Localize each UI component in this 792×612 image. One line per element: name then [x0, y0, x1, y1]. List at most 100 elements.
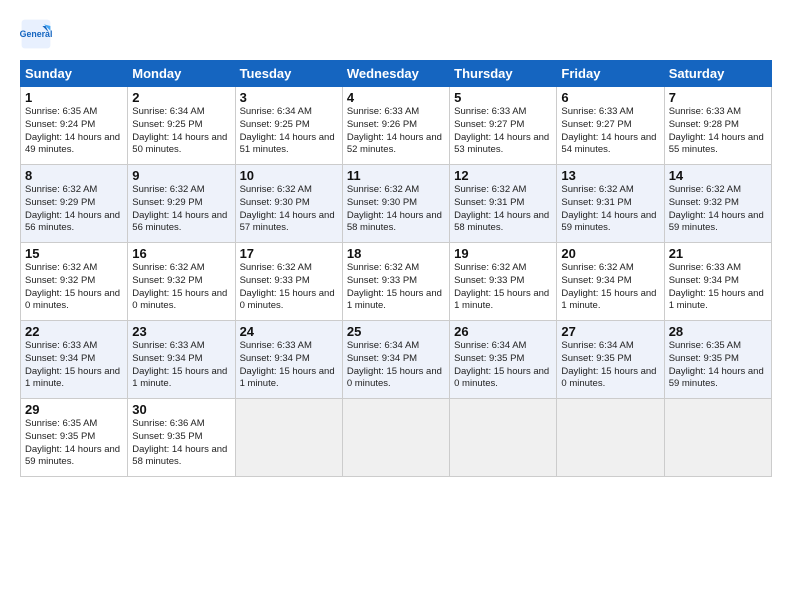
calendar-cell: 22 Sunrise: 6:33 AM Sunset: 9:34 PM Dayl…	[21, 321, 128, 399]
calendar-cell: 12 Sunrise: 6:32 AM Sunset: 9:31 PM Dayl…	[450, 165, 557, 243]
day-info: Sunrise: 6:32 AM Sunset: 9:34 PM Dayligh…	[561, 262, 659, 313]
day-info: Sunrise: 6:32 AM Sunset: 9:33 PM Dayligh…	[454, 262, 552, 313]
header: General	[20, 18, 772, 50]
weekday-header: Monday	[128, 61, 235, 87]
calendar-week-row: 1 Sunrise: 6:35 AM Sunset: 9:24 PM Dayli…	[21, 87, 772, 165]
calendar-week-row: 29 Sunrise: 6:35 AM Sunset: 9:35 PM Dayl…	[21, 399, 772, 477]
day-number: 1	[25, 90, 123, 105]
day-number: 11	[347, 168, 445, 183]
calendar-cell	[557, 399, 664, 477]
calendar-cell: 1 Sunrise: 6:35 AM Sunset: 9:24 PM Dayli…	[21, 87, 128, 165]
calendar-cell: 6 Sunrise: 6:33 AM Sunset: 9:27 PM Dayli…	[557, 87, 664, 165]
day-info: Sunrise: 6:33 AM Sunset: 9:26 PM Dayligh…	[347, 106, 445, 157]
calendar-cell: 11 Sunrise: 6:32 AM Sunset: 9:30 PM Dayl…	[342, 165, 449, 243]
calendar-cell: 24 Sunrise: 6:33 AM Sunset: 9:34 PM Dayl…	[235, 321, 342, 399]
calendar-table: SundayMondayTuesdayWednesdayThursdayFrid…	[20, 60, 772, 477]
day-number: 25	[347, 324, 445, 339]
calendar-cell: 17 Sunrise: 6:32 AM Sunset: 9:33 PM Dayl…	[235, 243, 342, 321]
calendar-cell: 5 Sunrise: 6:33 AM Sunset: 9:27 PM Dayli…	[450, 87, 557, 165]
day-info: Sunrise: 6:33 AM Sunset: 9:28 PM Dayligh…	[669, 106, 767, 157]
day-number: 5	[454, 90, 552, 105]
calendar-cell: 15 Sunrise: 6:32 AM Sunset: 9:32 PM Dayl…	[21, 243, 128, 321]
calendar-cell: 29 Sunrise: 6:35 AM Sunset: 9:35 PM Dayl…	[21, 399, 128, 477]
weekday-header: Saturday	[664, 61, 771, 87]
day-number: 22	[25, 324, 123, 339]
day-number: 15	[25, 246, 123, 261]
calendar-cell: 13 Sunrise: 6:32 AM Sunset: 9:31 PM Dayl…	[557, 165, 664, 243]
day-info: Sunrise: 6:32 AM Sunset: 9:33 PM Dayligh…	[347, 262, 445, 313]
day-number: 23	[132, 324, 230, 339]
day-number: 26	[454, 324, 552, 339]
day-info: Sunrise: 6:34 AM Sunset: 9:25 PM Dayligh…	[240, 106, 338, 157]
weekday-header: Tuesday	[235, 61, 342, 87]
day-number: 9	[132, 168, 230, 183]
day-info: Sunrise: 6:32 AM Sunset: 9:29 PM Dayligh…	[132, 184, 230, 235]
calendar-cell	[235, 399, 342, 477]
calendar-cell	[450, 399, 557, 477]
calendar-cell: 7 Sunrise: 6:33 AM Sunset: 9:28 PM Dayli…	[664, 87, 771, 165]
day-info: Sunrise: 6:32 AM Sunset: 9:32 PM Dayligh…	[669, 184, 767, 235]
day-info: Sunrise: 6:35 AM Sunset: 9:35 PM Dayligh…	[669, 340, 767, 391]
day-number: 28	[669, 324, 767, 339]
day-info: Sunrise: 6:34 AM Sunset: 9:35 PM Dayligh…	[561, 340, 659, 391]
day-info: Sunrise: 6:32 AM Sunset: 9:32 PM Dayligh…	[132, 262, 230, 313]
day-number: 30	[132, 402, 230, 417]
weekday-header: Thursday	[450, 61, 557, 87]
day-info: Sunrise: 6:36 AM Sunset: 9:35 PM Dayligh…	[132, 418, 230, 469]
day-info: Sunrise: 6:32 AM Sunset: 9:31 PM Dayligh…	[561, 184, 659, 235]
weekday-header: Sunday	[21, 61, 128, 87]
page: General SundayMondayTuesdayWednesdayThur…	[0, 0, 792, 612]
day-number: 4	[347, 90, 445, 105]
day-info: Sunrise: 6:35 AM Sunset: 9:24 PM Dayligh…	[25, 106, 123, 157]
day-info: Sunrise: 6:34 AM Sunset: 9:25 PM Dayligh…	[132, 106, 230, 157]
day-info: Sunrise: 6:32 AM Sunset: 9:30 PM Dayligh…	[347, 184, 445, 235]
day-number: 21	[669, 246, 767, 261]
day-info: Sunrise: 6:35 AM Sunset: 9:35 PM Dayligh…	[25, 418, 123, 469]
day-info: Sunrise: 6:32 AM Sunset: 9:31 PM Dayligh…	[454, 184, 552, 235]
day-info: Sunrise: 6:32 AM Sunset: 9:32 PM Dayligh…	[25, 262, 123, 313]
calendar-cell	[342, 399, 449, 477]
day-number: 19	[454, 246, 552, 261]
day-info: Sunrise: 6:33 AM Sunset: 9:34 PM Dayligh…	[25, 340, 123, 391]
day-number: 2	[132, 90, 230, 105]
day-number: 16	[132, 246, 230, 261]
calendar-cell: 19 Sunrise: 6:32 AM Sunset: 9:33 PM Dayl…	[450, 243, 557, 321]
day-number: 27	[561, 324, 659, 339]
calendar-cell: 18 Sunrise: 6:32 AM Sunset: 9:33 PM Dayl…	[342, 243, 449, 321]
calendar-cell: 21 Sunrise: 6:33 AM Sunset: 9:34 PM Dayl…	[664, 243, 771, 321]
calendar-cell: 20 Sunrise: 6:32 AM Sunset: 9:34 PM Dayl…	[557, 243, 664, 321]
logo: General	[20, 18, 56, 50]
calendar-cell: 14 Sunrise: 6:32 AM Sunset: 9:32 PM Dayl…	[664, 165, 771, 243]
logo-icon: General	[20, 18, 52, 50]
calendar-cell: 9 Sunrise: 6:32 AM Sunset: 9:29 PM Dayli…	[128, 165, 235, 243]
day-number: 18	[347, 246, 445, 261]
weekday-header: Wednesday	[342, 61, 449, 87]
day-number: 10	[240, 168, 338, 183]
day-info: Sunrise: 6:33 AM Sunset: 9:27 PM Dayligh…	[454, 106, 552, 157]
calendar-cell: 2 Sunrise: 6:34 AM Sunset: 9:25 PM Dayli…	[128, 87, 235, 165]
calendar-cell	[664, 399, 771, 477]
day-info: Sunrise: 6:33 AM Sunset: 9:27 PM Dayligh…	[561, 106, 659, 157]
day-number: 20	[561, 246, 659, 261]
calendar-cell: 30 Sunrise: 6:36 AM Sunset: 9:35 PM Dayl…	[128, 399, 235, 477]
weekday-header-row: SundayMondayTuesdayWednesdayThursdayFrid…	[21, 61, 772, 87]
day-info: Sunrise: 6:33 AM Sunset: 9:34 PM Dayligh…	[132, 340, 230, 391]
calendar-cell: 8 Sunrise: 6:32 AM Sunset: 9:29 PM Dayli…	[21, 165, 128, 243]
day-number: 29	[25, 402, 123, 417]
calendar-cell: 26 Sunrise: 6:34 AM Sunset: 9:35 PM Dayl…	[450, 321, 557, 399]
day-info: Sunrise: 6:34 AM Sunset: 9:34 PM Dayligh…	[347, 340, 445, 391]
day-info: Sunrise: 6:32 AM Sunset: 9:30 PM Dayligh…	[240, 184, 338, 235]
day-number: 24	[240, 324, 338, 339]
day-info: Sunrise: 6:32 AM Sunset: 9:29 PM Dayligh…	[25, 184, 123, 235]
calendar-cell: 28 Sunrise: 6:35 AM Sunset: 9:35 PM Dayl…	[664, 321, 771, 399]
calendar-cell: 4 Sunrise: 6:33 AM Sunset: 9:26 PM Dayli…	[342, 87, 449, 165]
day-number: 13	[561, 168, 659, 183]
weekday-header: Friday	[557, 61, 664, 87]
calendar-week-row: 8 Sunrise: 6:32 AM Sunset: 9:29 PM Dayli…	[21, 165, 772, 243]
day-number: 3	[240, 90, 338, 105]
calendar-cell: 10 Sunrise: 6:32 AM Sunset: 9:30 PM Dayl…	[235, 165, 342, 243]
day-number: 12	[454, 168, 552, 183]
day-info: Sunrise: 6:33 AM Sunset: 9:34 PM Dayligh…	[240, 340, 338, 391]
day-number: 6	[561, 90, 659, 105]
day-number: 14	[669, 168, 767, 183]
